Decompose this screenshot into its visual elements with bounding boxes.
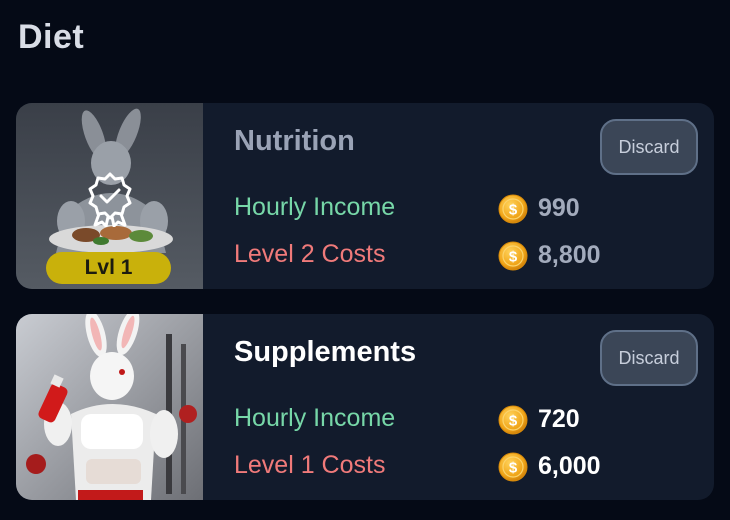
diet-card-nutrition[interactable]: Lvl 1 Nutrition Discard Hourly Income 99…: [16, 103, 714, 289]
hourly-income-label: Hourly Income: [234, 404, 396, 432]
award-badge-icon: [88, 172, 132, 227]
coin-icon: [498, 405, 528, 435]
diet-card-supplements[interactable]: Supplements Discard Hourly Income 720 Le…: [16, 314, 714, 500]
supplements-image: [16, 314, 203, 500]
level-cost-value: 8,800: [538, 241, 601, 269]
level-cost-label: Level 1 Costs: [234, 451, 386, 479]
level-badge: Lvl 1: [46, 252, 171, 284]
discard-button[interactable]: Discard: [600, 330, 698, 386]
discard-button[interactable]: Discard: [600, 119, 698, 175]
level-cost-label: Level 2 Costs: [234, 240, 386, 268]
hourly-income-label: Hourly Income: [234, 193, 396, 221]
card-title: Nutrition: [234, 125, 355, 157]
level-cost-value: 6,000: [538, 452, 601, 480]
nutrition-image: Lvl 1: [16, 103, 203, 289]
page-title: Diet: [18, 18, 85, 56]
card-title: Supplements: [234, 336, 417, 368]
coin-icon: [498, 241, 528, 271]
hourly-income-value: 990: [538, 194, 580, 222]
coin-icon: [498, 452, 528, 482]
coin-icon: [498, 194, 528, 224]
hourly-income-value: 720: [538, 405, 580, 433]
